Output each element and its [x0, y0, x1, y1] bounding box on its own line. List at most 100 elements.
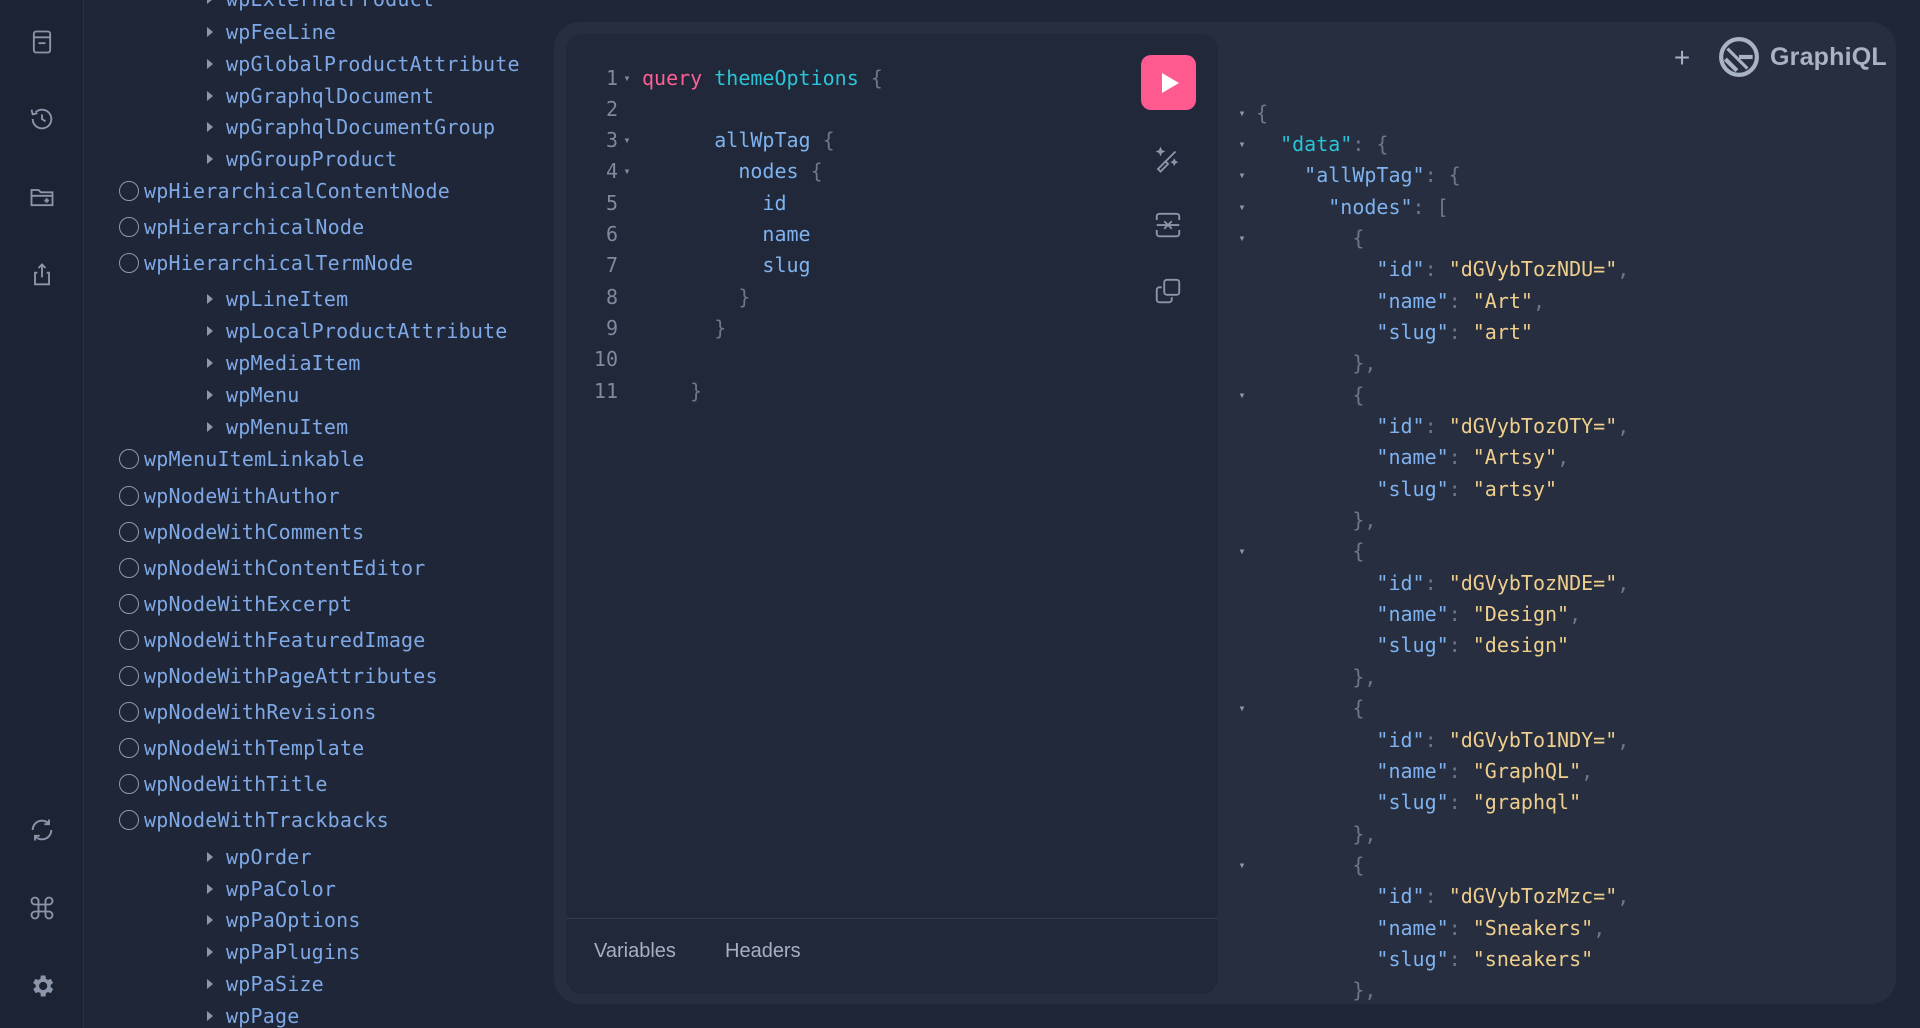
explorer-item-label: wpNodeWithFeaturedImage: [144, 628, 426, 652]
result-text: "allWpTag": {: [1304, 163, 1461, 188]
expand-toggle: [194, 947, 226, 957]
copy-query-icon[interactable]: [1150, 273, 1186, 309]
explorer-item[interactable]: wpMenu: [84, 380, 299, 410]
explorer-item[interactable]: wpPage: [84, 1001, 299, 1028]
history-icon[interactable]: [24, 101, 60, 137]
expand-toggle: [194, 358, 226, 368]
explorer-folder-icon[interactable]: [24, 179, 60, 215]
explorer-item[interactable]: wpNodeWithTrackbacks: [84, 805, 389, 835]
explorer-item-label: wpNodeWithExcerpt: [144, 592, 353, 616]
fold-toggle-icon[interactable]: ▾: [1232, 231, 1252, 245]
explorer-item[interactable]: wpLocalProductAttribute: [84, 316, 508, 346]
expand-caret-icon: [207, 27, 213, 37]
result-line: ▾ {: [1232, 693, 1364, 724]
result-text: },: [1256, 351, 1377, 376]
fold-toggle-icon[interactable]: ▾: [1232, 106, 1252, 120]
expand-toggle: [194, 326, 226, 336]
expand-toggle: [194, 122, 226, 132]
shortcuts-icon[interactable]: [24, 890, 60, 926]
interface-circle-icon: [119, 217, 139, 237]
explorer-item[interactable]: wpGlobalProductAttribute: [84, 49, 520, 79]
explorer-item[interactable]: wpMenuItemLinkable: [84, 444, 364, 474]
explorer-item[interactable]: wpHierarchicalTermNode: [84, 248, 413, 278]
explorer-item[interactable]: wpOrder: [84, 842, 312, 872]
interface-circle-icon: [119, 738, 139, 758]
result-text: "id": "dGVybTozNDE=",: [1376, 570, 1630, 595]
run-query-button[interactable]: [1141, 55, 1196, 110]
explorer-item[interactable]: wpNodeWithAuthor: [84, 481, 340, 511]
result-text: },: [1256, 978, 1377, 1003]
fold-toggle-icon[interactable]: ▾: [1232, 388, 1252, 402]
explorer-item[interactable]: wpPaColor: [84, 874, 336, 904]
result-line: },: [1232, 348, 1376, 379]
explorer-item[interactable]: wpPaPlugins: [84, 937, 361, 967]
tab-variables[interactable]: Variables: [594, 940, 676, 963]
expand-caret-icon: [207, 122, 213, 132]
expand-caret-icon: [207, 390, 213, 400]
merge-fragments-icon[interactable]: [1150, 207, 1186, 243]
fold-toggle-icon[interactable]: ▾: [1232, 200, 1252, 214]
result-line: },: [1232, 661, 1376, 692]
explorer-item[interactable]: wpNodeWithContentEditor: [84, 553, 426, 583]
explorer-item[interactable]: wpNodeWithTitle: [84, 769, 328, 799]
fold-toggle-icon[interactable]: ▾: [1232, 701, 1252, 715]
result-text: "name": "Sneakers",: [1376, 915, 1606, 940]
result-line: "slug": "artsy": [1232, 473, 1557, 504]
explorer-item[interactable]: wpGroupProduct: [84, 144, 397, 174]
add-tab-button[interactable]: +: [1666, 42, 1698, 74]
share-icon[interactable]: [24, 257, 60, 293]
refetch-icon[interactable]: [24, 812, 60, 848]
explorer-item-label: wpGraphqlDocument: [226, 84, 435, 108]
explorer-item[interactable]: wpNodeWithExcerpt: [84, 589, 352, 619]
fold-toggle-icon[interactable]: ▾: [618, 71, 636, 85]
expand-caret-icon: [207, 1011, 213, 1021]
line-number: 3: [605, 128, 618, 153]
expand-toggle: [194, 0, 226, 4]
gatsby-logo-icon: [1719, 37, 1759, 77]
explorer-item[interactable]: wpPaSize: [84, 969, 324, 999]
fold-toggle-icon[interactable]: ▾: [1232, 137, 1252, 151]
code-text: }: [642, 378, 703, 403]
fold-toggle-icon[interactable]: ▾: [618, 164, 636, 178]
fold-toggle-icon[interactable]: ▾: [1232, 168, 1252, 182]
explorer-item[interactable]: wpHierarchicalNode: [84, 212, 364, 242]
explorer-item[interactable]: wpNodeWithPageAttributes: [84, 661, 438, 691]
explorer-item[interactable]: wpMediaItem: [84, 348, 361, 378]
result-text: "nodes": [: [1328, 194, 1449, 219]
explorer-item[interactable]: wpLineItem: [84, 284, 348, 314]
code-text: id: [762, 190, 787, 215]
explorer-item[interactable]: wpNodeWithRevisions: [84, 697, 377, 727]
editor-line: 9 }: [566, 312, 726, 343]
explorer-item[interactable]: wpNodeWithFeaturedImage: [84, 625, 426, 655]
fold-toggle-icon[interactable]: ▾: [618, 133, 636, 147]
explorer-item[interactable]: wpGraphqlDocument: [84, 81, 434, 111]
explorer-item-label: wpMediaItem: [226, 351, 361, 375]
explorer-item[interactable]: wpHierarchicalContentNode: [84, 176, 450, 206]
interface-circle-icon: [119, 253, 139, 273]
line-number: 2: [605, 96, 618, 121]
expand-toggle: [194, 59, 226, 69]
explorer-item-label: wpNodeWithPageAttributes: [144, 664, 438, 688]
settings-icon[interactable]: [24, 968, 60, 1004]
schema-explorer: wpExternalProduct wpFeeLine wpGlobalProduc…: [84, 0, 554, 1028]
explorer-item[interactable]: wpExternalProduct: [84, 0, 434, 14]
explorer-item[interactable]: wpGraphqlDocumentGroup: [84, 112, 495, 142]
explorer-item[interactable]: wpPaOptions: [84, 905, 361, 935]
expand-toggle: [194, 91, 226, 101]
fold-toggle-icon[interactable]: ▾: [1232, 858, 1252, 872]
result-line: "slug": "sneakers": [1232, 943, 1593, 974]
explorer-item-label: wpGlobalProductAttribute: [226, 52, 520, 76]
editor-line: 8 }: [566, 281, 750, 312]
prettify-icon[interactable]: [1150, 141, 1186, 177]
fold-toggle-icon[interactable]: ▾: [1232, 544, 1252, 558]
result-text: "name": "GraphQL",: [1376, 758, 1594, 783]
explorer-item[interactable]: wpNodeWithComments: [84, 517, 364, 547]
tab-headers[interactable]: Headers: [725, 940, 801, 963]
explorer-item[interactable]: wpFeeLine: [84, 17, 336, 47]
result-line: ▾ {: [1232, 536, 1364, 567]
docs-icon[interactable]: [24, 24, 60, 60]
expand-caret-icon: [207, 59, 213, 69]
explorer-item[interactable]: wpMenuItem: [84, 412, 348, 442]
editor-line: 11 }: [566, 375, 702, 406]
explorer-item[interactable]: wpNodeWithTemplate: [84, 733, 364, 763]
